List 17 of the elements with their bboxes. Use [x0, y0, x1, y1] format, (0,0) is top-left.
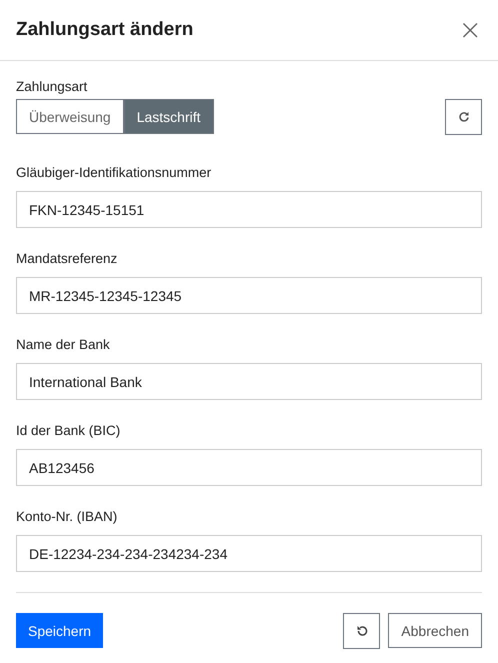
field-label: Mandatsreferenz	[16, 251, 118, 268]
dialog-title: Zahlungsart ändern	[16, 19, 194, 41]
input-field[interactable]: FKN-12345-15151	[16, 191, 482, 228]
field-label: Konto-Nr. (IBAN)	[16, 509, 118, 526]
segment-button[interactable]: Lastschrift	[124, 99, 214, 134]
field-label: Id der Bank (BIC)	[16, 423, 122, 440]
cancel-button[interactable]: Abbrechen	[388, 613, 482, 648]
field-label: Gläubiger-Identifikationsnummer	[16, 165, 212, 182]
input-field[interactable]: International Bank	[16, 363, 482, 400]
field-label: Name der Bank	[16, 337, 111, 354]
input-field[interactable]: DE-12234-234-234-234234-234	[16, 535, 482, 572]
close-button[interactable]: ×	[458, 16, 482, 44]
segment-button[interactable]: Überweisung	[16, 99, 124, 134]
field-label: Zahlungsart	[16, 79, 88, 96]
input-field[interactable]: AB123456	[16, 449, 482, 486]
save-button[interactable]: Speichern	[16, 613, 104, 648]
input-field[interactable]: MR-12345-12345-12345	[16, 277, 482, 314]
